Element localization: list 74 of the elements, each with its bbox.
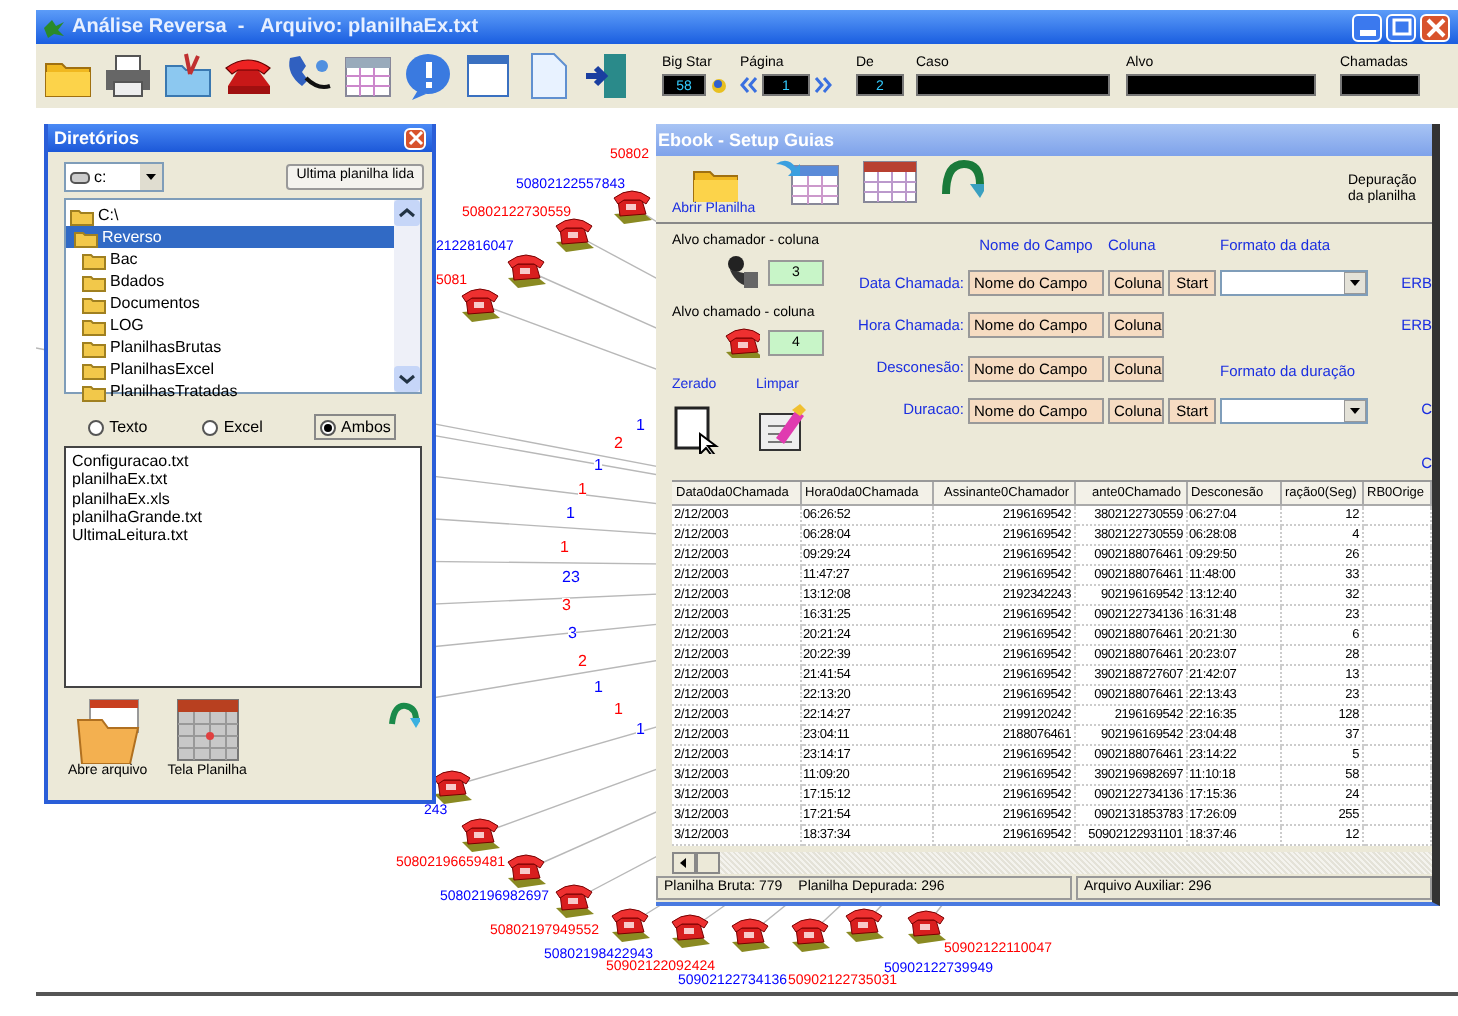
folder-item[interactable]: Reverso [66, 226, 394, 248]
calendar-icon[interactable] [775, 158, 840, 206]
folder-icon[interactable] [162, 50, 214, 102]
edge-count: 1 [566, 506, 575, 522]
folder-item[interactable]: PlanilhasExcel [66, 358, 394, 380]
edge-count: 1 [594, 680, 603, 696]
folder-icon [73, 696, 142, 765]
scroll-left-icon[interactable] [672, 852, 696, 874]
window-title: Diretórios [54, 127, 140, 149]
maximize-icon [1389, 15, 1413, 39]
edge-count: 1 [594, 458, 603, 474]
close-icon [1423, 15, 1447, 39]
format-dropdown[interactable] [1220, 397, 1368, 424]
scroll-up-icon[interactable] [394, 200, 420, 226]
radio-button[interactable]: Ambos [313, 414, 397, 441]
edge-count: 1 [578, 482, 587, 498]
close-icon [407, 130, 423, 146]
drive-icon [70, 171, 90, 183]
file-item[interactable]: Configuracao.txt [72, 452, 414, 471]
caret-icon [140, 164, 162, 190]
window-title: Análise Reversa - Arquivo: planilhaEx.txt [72, 15, 479, 39]
window-title: Ebook - Setup Guias [658, 129, 835, 151]
folder-icon [82, 293, 106, 313]
folder-item[interactable]: C:\ [66, 204, 394, 226]
caret-icon [1344, 272, 1366, 295]
edge-count: 3 [568, 626, 577, 642]
scroll-thumb[interactable] [696, 852, 720, 874]
redo-icon[interactable] [939, 158, 984, 202]
caret-icon [1344, 399, 1366, 422]
edge-count: 1 [614, 702, 623, 718]
radio-button[interactable]: Texto [83, 414, 152, 441]
next-page-icon[interactable] [814, 75, 832, 94]
edge-count: 3 [562, 598, 571, 614]
minimize-icon [1359, 29, 1375, 35]
format-dropdown[interactable] [1220, 270, 1368, 297]
folder-icon [82, 271, 106, 291]
printer-icon[interactable] [102, 50, 154, 102]
file-item[interactable]: planilhaEx.txt [72, 470, 414, 490]
folder-item[interactable]: PlanilhasTratadas [66, 380, 394, 402]
scroll-down-icon[interactable] [394, 366, 420, 392]
folder-item[interactable]: Bdados [66, 270, 394, 292]
folder-item[interactable]: PlanilhasBrutas [66, 336, 394, 358]
folder-icon [74, 227, 98, 247]
edge-count: 1 [560, 540, 569, 556]
calendar-icon [173, 696, 242, 765]
calendar-icon[interactable] [859, 158, 920, 206]
page-icon [672, 402, 724, 455]
edge-count: 1 [636, 418, 645, 434]
folder-icon [82, 315, 106, 335]
drive-dropdown[interactable]: c: [64, 162, 164, 192]
close-button[interactable] [404, 127, 426, 149]
file-item[interactable]: UltimaLeitura.txt [72, 525, 414, 545]
edge-count: 2 [578, 654, 587, 670]
undo-icon[interactable] [388, 700, 420, 729]
eraser-icon [756, 402, 808, 455]
folder-icon [82, 337, 106, 357]
edge-count: 2 [614, 436, 623, 452]
window-icon[interactable] [462, 50, 514, 102]
previous-page-icon[interactable] [740, 75, 758, 94]
edge-count: 1 [636, 722, 645, 738]
folder-icon [82, 381, 106, 401]
maximize-button[interactable] [1386, 13, 1416, 41]
file-item[interactable]: planilhaEx.xls [72, 489, 414, 508]
file-item[interactable]: planilhaGrande.txt [72, 507, 414, 526]
folder-item[interactable]: Bac [66, 248, 394, 270]
minimize-button[interactable] [1352, 13, 1382, 41]
folder-item[interactable]: LOG [66, 314, 394, 336]
folder-item[interactable]: Documentos [66, 292, 394, 314]
edge-count: 23 [562, 570, 580, 586]
folder-icon [82, 359, 106, 379]
close-button[interactable] [1420, 13, 1450, 41]
radio-button[interactable]: Excel [197, 414, 267, 441]
info-icon[interactable] [402, 50, 454, 102]
scrollbar[interactable] [394, 200, 420, 392]
